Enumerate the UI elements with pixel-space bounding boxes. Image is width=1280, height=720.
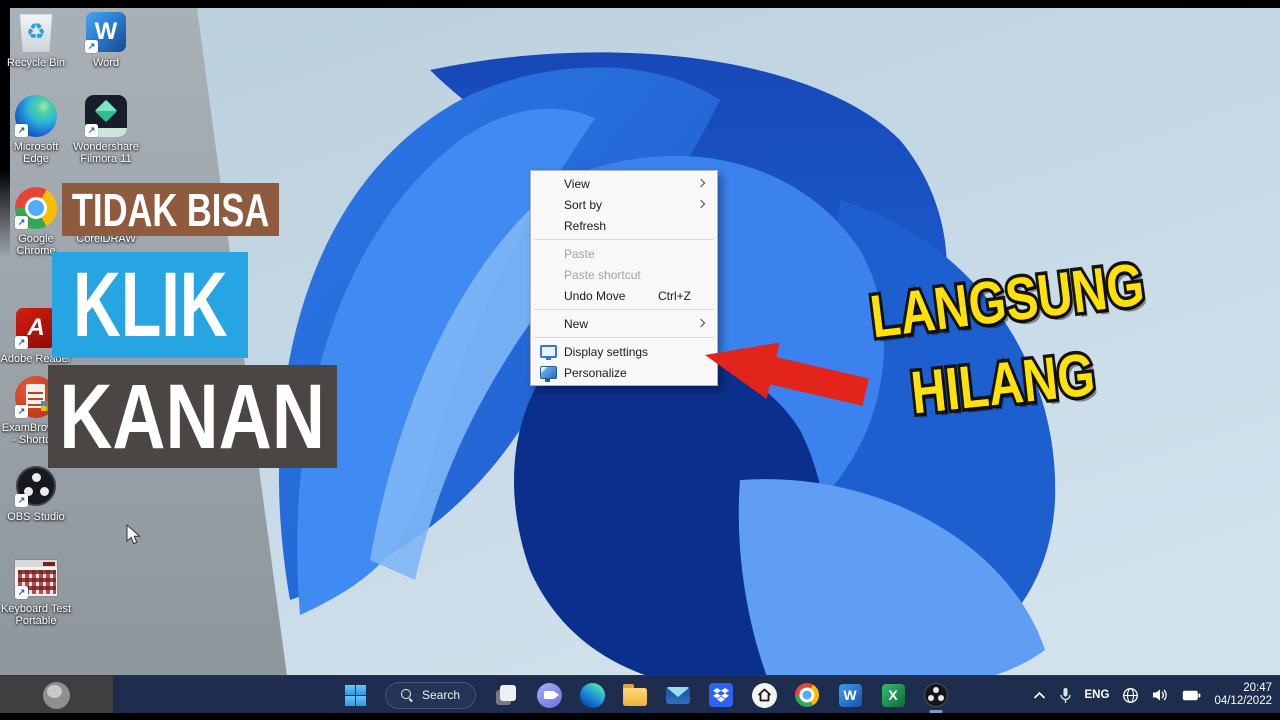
excel-taskbar-button[interactable]: X — [880, 682, 906, 708]
chrome-icon — [795, 683, 820, 707]
menu-item-display-settings[interactable]: Display settings — [531, 341, 717, 362]
personalize-icon — [540, 366, 557, 382]
icon-label: Keyboard Test Portable — [0, 603, 72, 627]
desktop-icon-keyboard-test[interactable]: ↗ Keyboard Test Portable — [0, 556, 72, 627]
edge-icon — [579, 682, 605, 708]
volume-icon[interactable] — [1152, 688, 1169, 702]
mail-button[interactable] — [665, 682, 691, 708]
dropbox-icon — [709, 683, 734, 707]
tray-chevron-up-icon[interactable] — [1033, 691, 1046, 700]
shortcut-arrow-icon: ↗ — [15, 124, 28, 137]
obs-studio-icon — [924, 683, 949, 707]
desktop-icon-word[interactable]: W ↗ Word — [70, 10, 142, 69]
folder-icon — [623, 684, 648, 706]
tray-date: 04/12/2022 — [1214, 695, 1272, 707]
system-tray: ENG 20:47 04/12/2022 — [1033, 676, 1272, 714]
icon-label: Wondershare Filmora 11 — [73, 141, 139, 165]
search-label: Search — [422, 688, 461, 702]
search-box[interactable]: Search — [385, 681, 477, 709]
house-icon — [751, 682, 777, 708]
red-arrow — [705, 342, 869, 406]
menu-separator — [534, 337, 714, 338]
icon-label: OBS Studio — [7, 511, 65, 523]
letterbox-bottom — [0, 713, 1280, 720]
chat-camera-icon — [536, 682, 562, 708]
menu-item-sort-by[interactable]: Sort by — [531, 194, 717, 215]
mail-icon — [666, 686, 691, 704]
keyboard-shortcut: Ctrl+Z — [658, 288, 691, 303]
desktop-icon-obs-studio[interactable]: ↗ OBS Studio — [0, 464, 72, 523]
menu-item-new[interactable]: New — [531, 313, 717, 334]
home-app-button[interactable] — [751, 682, 777, 708]
submenu-chevron-icon — [696, 199, 706, 209]
menu-separator — [534, 239, 714, 240]
banner-kanan: KANAN — [48, 365, 337, 468]
moon-circle-icon — [43, 682, 70, 709]
screen: ♻ Recycle Bin W ↗ Word ↗ Microsoft Edge … — [0, 0, 1280, 720]
menu-item-paste-shortcut: Paste shortcut — [564, 267, 641, 282]
network-globe-icon[interactable] — [1122, 687, 1139, 704]
taskbar: Search W X ENG 20:47 04/12/2022 — [0, 675, 1280, 714]
shortcut-arrow-icon: ↗ — [15, 405, 28, 418]
windows-logo-icon — [344, 684, 366, 706]
icon-label: Recycle Bin — [6, 57, 66, 69]
menu-item-view[interactable]: View — [531, 173, 717, 194]
start-button[interactable] — [342, 682, 368, 708]
word-icon: W — [838, 683, 862, 707]
desktop-icon-recycle-bin[interactable]: ♻ Recycle Bin — [0, 10, 72, 69]
task-view-button[interactable] — [493, 682, 519, 708]
shortcut-arrow-icon: ↗ — [85, 124, 98, 137]
icon-label: Word — [92, 57, 120, 69]
menu-separator — [534, 309, 714, 310]
search-icon — [401, 688, 414, 702]
shortcut-arrow-icon: ↗ — [85, 40, 98, 53]
chat-button[interactable] — [536, 682, 562, 708]
menu-item-undo-move[interactable]: Undo Move Ctrl+Z — [531, 285, 717, 306]
shortcut-arrow-icon: ↗ — [15, 586, 28, 599]
banner-klik: KLIK — [52, 252, 248, 358]
letterbox-top — [0, 0, 1280, 8]
taskbar-center-icons: Search W X — [342, 676, 949, 714]
microphone-icon[interactable] — [1059, 687, 1072, 704]
submenu-chevron-icon — [696, 178, 706, 188]
excel-icon: X — [881, 683, 905, 707]
menu-item-refresh[interactable]: Refresh — [531, 215, 717, 236]
recycle-bin-icon: ♻ — [20, 14, 52, 52]
desktop-icon-filmora[interactable]: ↗ Wondershare Filmora 11 — [70, 94, 142, 165]
shortcut-arrow-icon: ↗ — [15, 336, 28, 349]
tray-clock[interactable]: 20:47 04/12/2022 — [1214, 682, 1272, 708]
dropbox-button[interactable] — [708, 682, 734, 708]
word-taskbar-button[interactable]: W — [837, 682, 863, 708]
mouse-cursor — [126, 524, 141, 545]
shortcut-arrow-icon: ↗ — [15, 494, 28, 507]
chrome-taskbar-button[interactable] — [794, 682, 820, 708]
taskbar-corner-overlay — [0, 676, 113, 714]
tray-time: 20:47 — [1243, 682, 1272, 694]
display-settings-icon — [540, 345, 557, 360]
file-explorer-button[interactable] — [622, 682, 648, 708]
icon-label: Microsoft Edge — [13, 141, 59, 165]
desktop-context-menu: View Sort by Refresh Paste Paste shortcu… — [530, 170, 718, 386]
shortcut-arrow-icon: ↗ — [15, 216, 28, 229]
edge-taskbar-button[interactable] — [579, 682, 605, 708]
battery-icon[interactable] — [1182, 690, 1201, 701]
obs-taskbar-button[interactable] — [923, 682, 949, 713]
desktop-icon-microsoft-edge[interactable]: ↗ Microsoft Edge — [0, 94, 72, 165]
menu-item-paste: Paste — [564, 246, 595, 261]
language-indicator[interactable]: ENG — [1085, 689, 1110, 701]
banner-tidak-bisa: TIDAK BISA — [62, 183, 279, 236]
menu-item-personalize[interactable]: Personalize — [531, 362, 717, 383]
